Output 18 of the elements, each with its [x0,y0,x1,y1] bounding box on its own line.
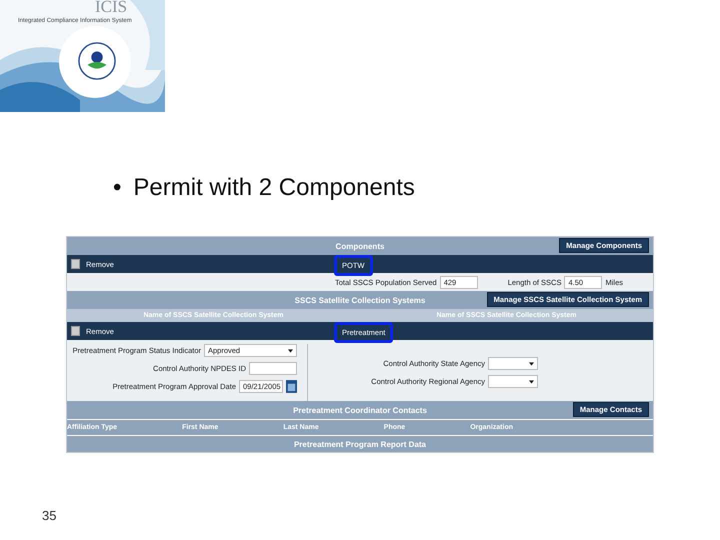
caret-icon [288,348,293,352]
remove-checkbox[interactable] [71,259,80,269]
calendar-icon[interactable] [286,380,297,393]
section-title: SSCS Satellite Collection Systems [294,296,426,304]
section-title: Pretreatment Coordinator Contacts [293,406,427,414]
section-title: Components [336,242,384,250]
bullet-icon: • [113,174,122,202]
section-title: Pretreatment Program Report Data [294,440,426,448]
input-field[interactable] [249,362,297,375]
dropdown[interactable] [488,357,538,370]
remove-checkbox[interactable] [71,326,80,336]
caret-icon [529,362,534,366]
seal-drawing [78,42,116,80]
dropdown[interactable] [488,375,538,388]
slide-number: 35 [42,508,56,523]
caret-icon [529,380,534,384]
logo-text: ICIS [95,0,128,17]
bullet-text: Permit with 2 Components [133,174,415,202]
